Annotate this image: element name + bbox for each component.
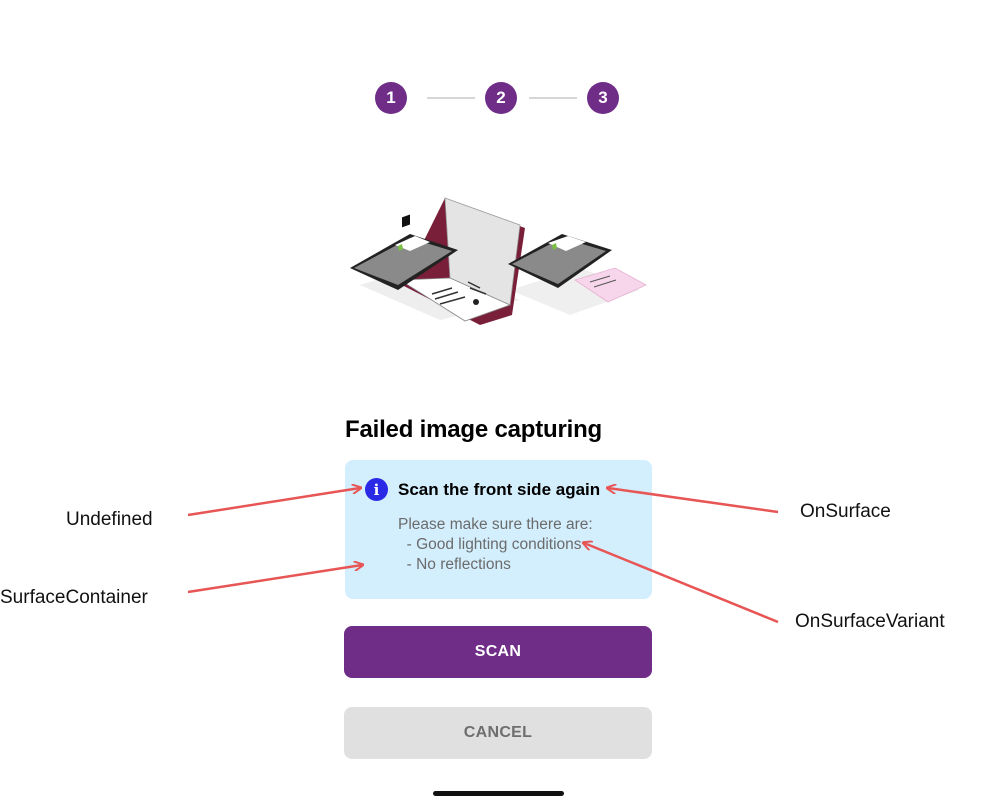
page-title: Failed image capturing [345,416,602,443]
home-indicator [433,791,564,796]
step-3: 3 [587,82,619,114]
arrow-surface-container [187,565,362,594]
info-heading: Scan the front side again [398,480,601,499]
step-connector [529,97,577,99]
cancel-button[interactable]: CANCEL [344,707,652,759]
info-icon: i [365,478,388,501]
annotation-surface-container: SurfaceContainer [0,587,148,608]
document-scan-illustration [350,197,647,325]
info-card: i Scan the front side again Please make … [345,460,652,599]
step-connector [427,97,475,99]
info-body: Please make sure there are: - Good light… [398,516,593,573]
annotation-on-surface-variant: OnSurfaceVariant [795,611,945,632]
annotation-undefined: Undefined [66,509,153,530]
annotation-arrows [187,0,779,624]
step-1: 1 [375,82,407,114]
progress-stepper: 1 2 3 [374,82,622,114]
arrow-undefined [187,488,360,517]
step-2: 2 [485,82,517,114]
annotation-on-surface: OnSurface [800,501,891,522]
scan-button[interactable]: SCAN [344,626,652,678]
